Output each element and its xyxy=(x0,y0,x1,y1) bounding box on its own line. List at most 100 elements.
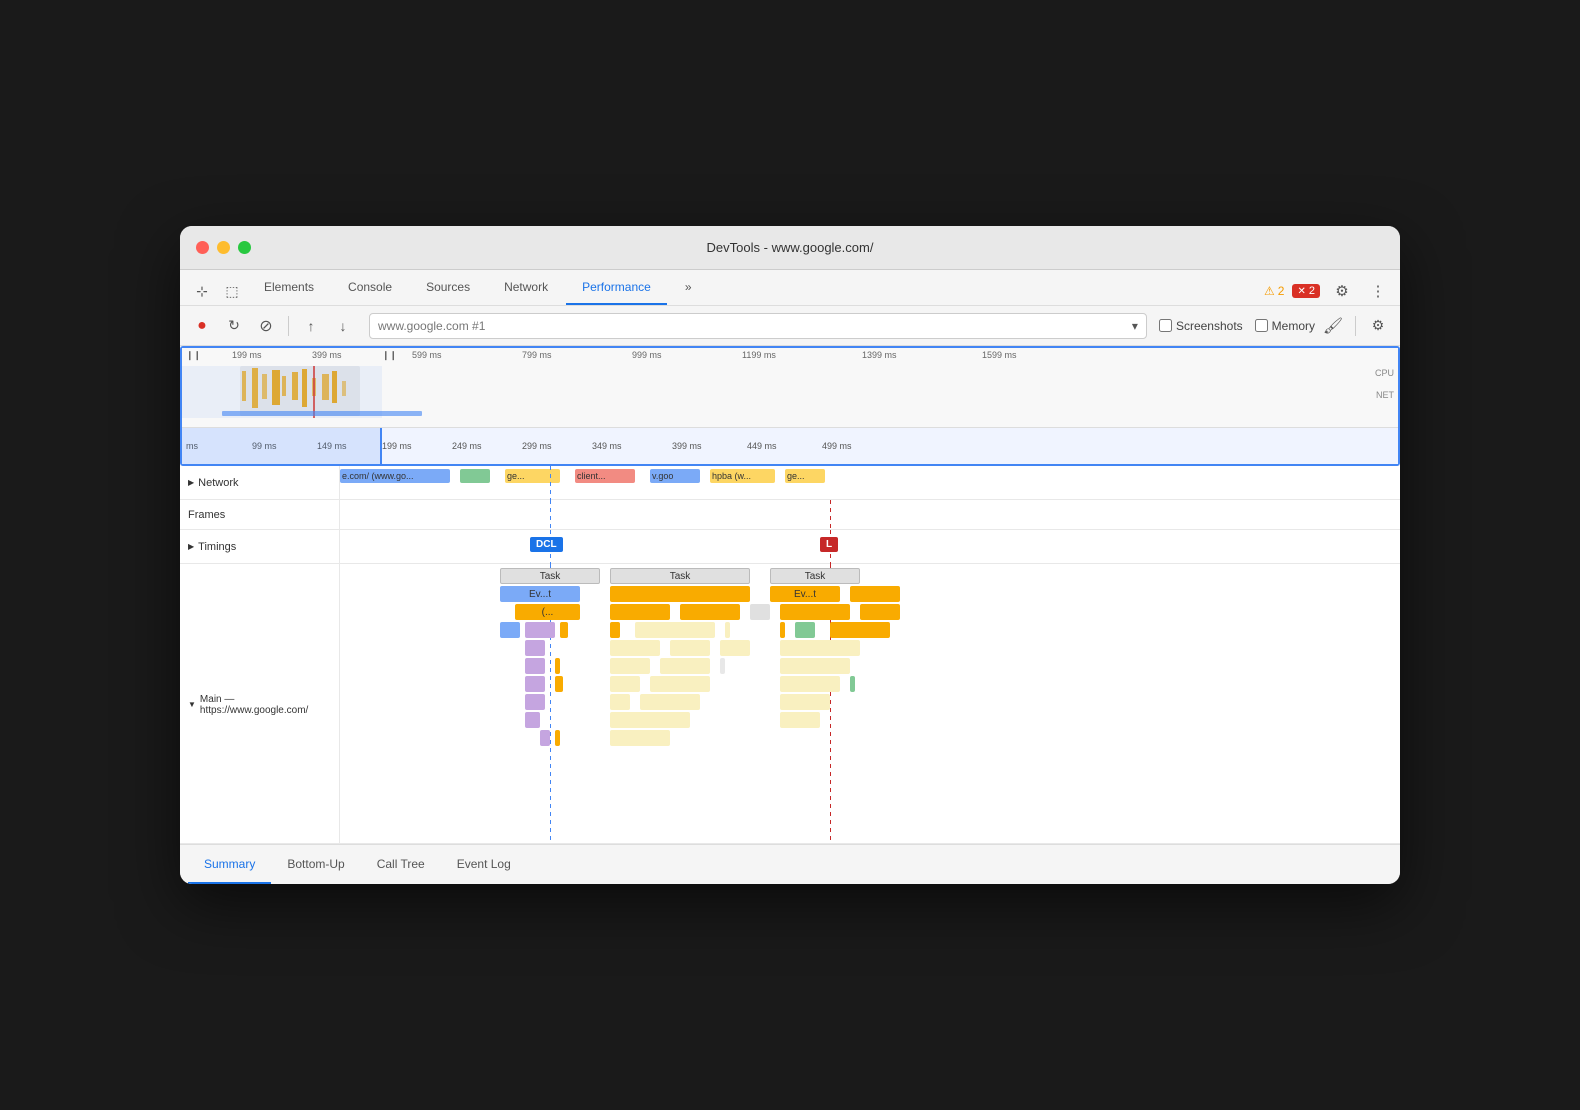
memory-input[interactable] xyxy=(1255,319,1268,332)
func-bar-4 xyxy=(750,604,770,620)
screenshots-checkbox[interactable]: Screenshots xyxy=(1159,319,1243,333)
row4-bar-7 xyxy=(780,622,785,638)
ruler-349: 349 ms xyxy=(592,441,622,451)
ruler-249: 249 ms xyxy=(452,441,482,451)
frames-content xyxy=(340,500,1400,530)
settings-icon[interactable]: ⚙ xyxy=(1328,277,1356,305)
row4-bar-1 xyxy=(500,622,520,638)
main-expand-icon[interactable]: ▼ xyxy=(188,700,196,709)
timings-track: ▶ Timings DCL L xyxy=(180,530,1400,564)
record-button[interactable]: ● xyxy=(188,312,216,340)
row4-bar-8 xyxy=(795,622,815,638)
gear-settings-icon[interactable]: ⚙ xyxy=(1364,312,1392,340)
row9-2 xyxy=(610,712,690,728)
row6-4 xyxy=(660,658,710,674)
checkbox-group: Screenshots Memory xyxy=(1159,319,1315,333)
timings-expand-icon[interactable]: ▶ xyxy=(188,542,194,551)
inspect-icon[interactable]: ⬚ xyxy=(218,277,246,305)
bottom-tabs: Summary Bottom-Up Call Tree Event Log xyxy=(180,844,1400,884)
network-expand-icon[interactable]: ▶ xyxy=(188,478,194,487)
lcp-marker: L xyxy=(820,537,838,552)
main-text: Main — https://www.google.com/ xyxy=(200,694,331,716)
row10-1 xyxy=(540,730,550,746)
func-bar-3 xyxy=(680,604,740,620)
overview-bottom: ms 99 ms 149 ms 199 ms 249 ms 299 ms 349… xyxy=(182,428,1398,464)
network-track: ▶ Network e.com/ (www.go... ge... client… xyxy=(180,466,1400,500)
row5-4 xyxy=(720,640,750,656)
network-bar-main: e.com/ (www.go... xyxy=(340,469,450,483)
errors-badge: ✕ 2 xyxy=(1292,284,1320,298)
row7-2 xyxy=(555,676,563,692)
tab-elements[interactable]: Elements xyxy=(248,270,330,305)
row7-1 xyxy=(525,676,545,692)
row10-2 xyxy=(555,730,560,746)
tick-1599: 1599 ms xyxy=(982,350,1017,360)
more-icon[interactable]: ⋮ xyxy=(1364,277,1392,305)
memory-label: Memory xyxy=(1272,319,1315,333)
separator-1 xyxy=(288,316,289,336)
tick-799: 799 ms xyxy=(522,350,552,360)
clear-button[interactable]: ⊘ xyxy=(252,312,280,340)
bottom-tab-bottomup[interactable]: Bottom-Up xyxy=(271,845,360,884)
main-label: ▼ Main — https://www.google.com/ xyxy=(180,564,340,843)
ruler-299: 299 ms xyxy=(522,441,552,451)
task-bar-2: Task xyxy=(610,568,750,584)
frames-label: Frames xyxy=(180,500,340,529)
event-bar-4 xyxy=(850,586,900,602)
bottom-tab-eventlog[interactable]: Event Log xyxy=(441,845,527,884)
tick-pause-2: ❙❙ xyxy=(382,350,397,361)
brush-icon[interactable]: 🖌 xyxy=(1319,312,1347,340)
network-bar-ge: ge... xyxy=(505,469,560,483)
bottom-tab-summary[interactable]: Summary xyxy=(188,845,271,884)
tab-extras: ⚠ 2 ✕ 2 ⚙ ⋮ xyxy=(1264,277,1392,305)
timings-label: ▶ Timings xyxy=(180,530,340,563)
tab-network[interactable]: Network xyxy=(488,270,564,305)
row9-3 xyxy=(780,712,820,728)
tick-199: 199 ms xyxy=(232,350,262,360)
tick-1199: 1199 ms xyxy=(742,350,776,360)
refresh-button[interactable]: ↻ xyxy=(220,312,248,340)
network-bar-vgoo: v.goo xyxy=(650,469,700,483)
row8-4 xyxy=(780,694,830,710)
tick-pause-1: ❙❙ xyxy=(186,350,201,361)
minimize-button[interactable] xyxy=(217,241,230,254)
dropdown-icon[interactable]: ▾ xyxy=(1132,319,1138,333)
upload-button[interactable]: ↑ xyxy=(297,312,325,340)
download-button[interactable]: ↓ xyxy=(329,312,357,340)
devtools-window: DevTools - www.google.com/ ⊹ ⬚ Elements … xyxy=(180,226,1400,884)
frames-lcp-line xyxy=(830,500,831,530)
tab-sources[interactable]: Sources xyxy=(410,270,486,305)
func-bar-1: (... xyxy=(515,604,580,620)
row6-2 xyxy=(555,658,560,674)
row4-bar-3 xyxy=(560,622,568,638)
memory-checkbox[interactable]: Memory xyxy=(1255,319,1315,333)
row7-3 xyxy=(610,676,640,692)
tab-performance[interactable]: Performance xyxy=(566,270,667,305)
net-label: NET xyxy=(1376,390,1394,400)
row8-1 xyxy=(525,694,545,710)
task-bar-3: Task xyxy=(770,568,860,584)
window-title: DevTools - www.google.com/ xyxy=(707,240,874,255)
titlebar: DevTools - www.google.com/ xyxy=(180,226,1400,270)
window-controls xyxy=(196,241,251,254)
row5-2 xyxy=(610,640,660,656)
tab-console[interactable]: Console xyxy=(332,270,408,305)
cpu-chart xyxy=(182,366,1398,418)
row5-3 xyxy=(670,640,710,656)
tab-bar: ⊹ ⬚ Elements Console Sources Network Per… xyxy=(180,270,1400,306)
cursor-icon[interactable]: ⊹ xyxy=(188,277,216,305)
screenshots-input[interactable] xyxy=(1159,319,1172,332)
overview-container[interactable]: ❙❙ 199 ms 399 ms ❙❙ 599 ms 799 ms 999 ms… xyxy=(180,346,1400,466)
selection-overlay xyxy=(182,428,382,464)
row5-5 xyxy=(780,640,860,656)
warnings-count: 2 xyxy=(1278,284,1285,298)
close-button[interactable] xyxy=(196,241,209,254)
row7-6 xyxy=(850,676,855,692)
tab-more[interactable]: » xyxy=(669,270,708,305)
bottom-tab-calltree[interactable]: Call Tree xyxy=(361,845,441,884)
row8-3 xyxy=(640,694,700,710)
errors-count: 2 xyxy=(1309,285,1315,297)
func-bar-6 xyxy=(860,604,900,620)
maximize-button[interactable] xyxy=(238,241,251,254)
row6-1 xyxy=(525,658,545,674)
